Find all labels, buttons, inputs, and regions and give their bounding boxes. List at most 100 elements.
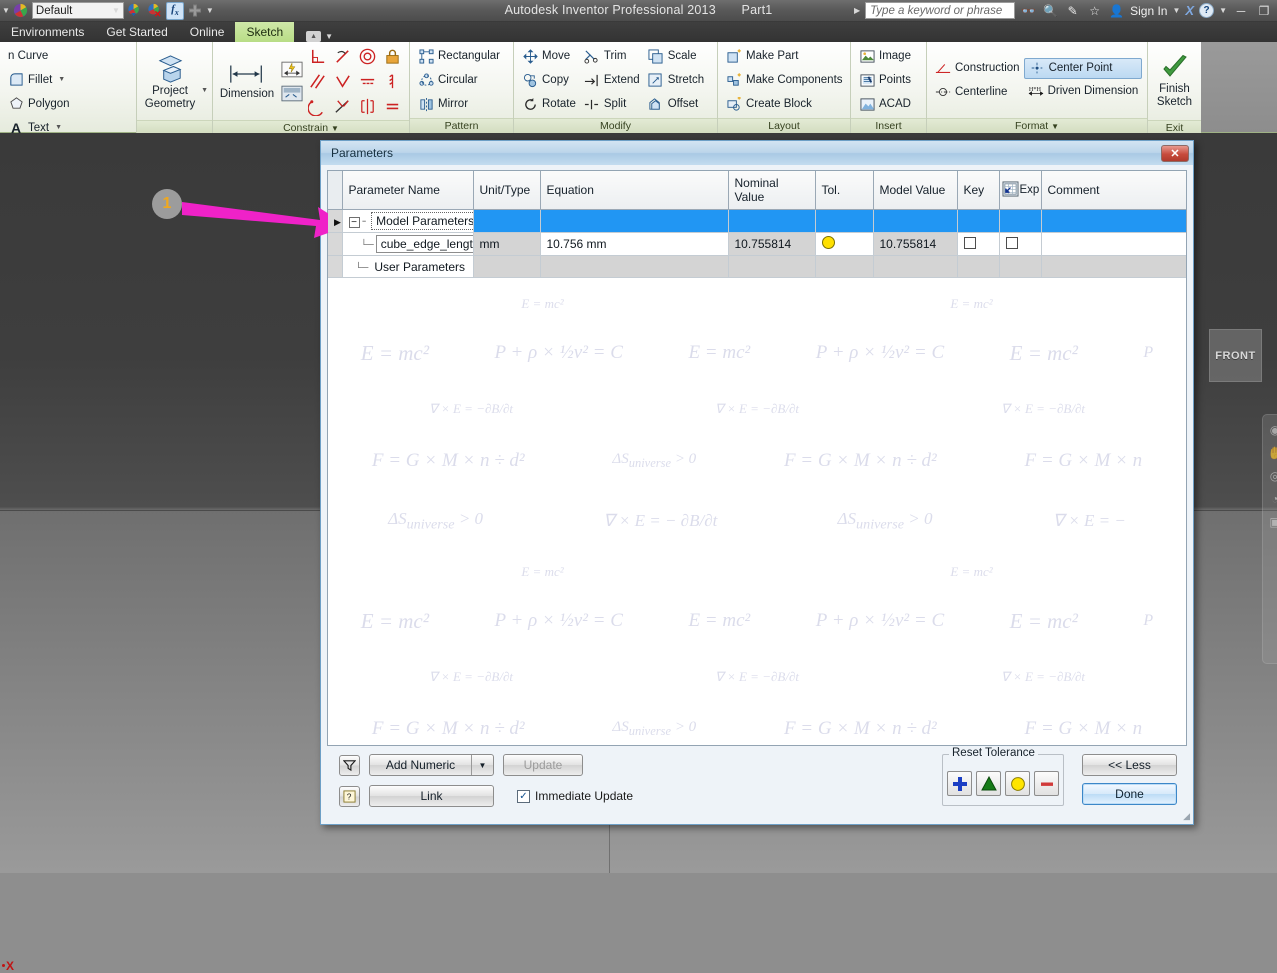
immediate-update-checkbox[interactable]: ✓: [517, 789, 530, 803]
ribbon-item-scale[interactable]: Scale: [644, 45, 708, 68]
ribbon-item-construction[interactable]: Construction: [931, 57, 1024, 80]
feedback-icon[interactable]: ✎: [1064, 4, 1081, 18]
row-selector[interactable]: [328, 232, 343, 256]
cell-tolerance[interactable]: [815, 255, 874, 278]
user-icon[interactable]: 👤: [1108, 4, 1125, 18]
table-row[interactable]: └─ User Parameters: [328, 255, 1186, 278]
cell-unit-type[interactable]: [473, 209, 541, 233]
cell-model-value[interactable]: [873, 209, 958, 233]
column-key[interactable]: Key: [957, 171, 1000, 210]
ribbon-item-make-components[interactable]: Make Components: [722, 69, 847, 92]
search-expand-arrow[interactable]: ▶: [854, 6, 860, 15]
qat-overflow-arrow[interactable]: ▼: [2, 6, 10, 15]
ribbon-item-create-block[interactable]: Create Block: [722, 93, 847, 116]
ribbon-collapse-icon[interactable]: ▲: [306, 31, 322, 42]
cell-key[interactable]: [957, 255, 1000, 278]
cell-parameter-name[interactable]: − ╴ Model Parameters: [342, 209, 474, 233]
ribbon-item-move[interactable]: Move: [518, 45, 580, 68]
finish-sketch-button[interactable]: Finish Sketch: [1152, 44, 1197, 118]
column-tolerance[interactable]: Tol.: [815, 171, 874, 210]
ribbon-item-image[interactable]: Image: [855, 45, 915, 68]
restore-icon[interactable]: ❐: [1255, 4, 1273, 18]
cell-export[interactable]: [999, 255, 1042, 278]
ribbon-item-stretch[interactable]: Stretch: [644, 69, 708, 92]
ribbon-item-centerline[interactable]: Centerline: [931, 81, 1024, 104]
ribbon-item-center-point[interactable]: Center Point: [1023, 57, 1143, 79]
cell-export[interactable]: [999, 232, 1042, 256]
cell-comment[interactable]: [1041, 209, 1186, 233]
tab-online[interactable]: Online: [179, 22, 236, 42]
help-question-icon[interactable]: ?: [339, 785, 360, 807]
column-parameter-name[interactable]: Parameter Name: [342, 171, 474, 210]
vertical-constraint-icon[interactable]: [381, 70, 404, 93]
resize-grip-icon[interactable]: ◢: [1183, 811, 1190, 822]
cell-nominal-value[interactable]: 10.755814: [728, 232, 816, 256]
qat-customize-arrow[interactable]: ▼: [206, 6, 214, 15]
minimize-icon[interactable]: ─: [1232, 4, 1250, 18]
viewcube[interactable]: FRONT: [1209, 329, 1262, 382]
ribbon-item-split[interactable]: Split: [580, 93, 644, 116]
navigation-bar[interactable]: ◉ ✋ ◎ ◔ ▣: [1262, 414, 1277, 664]
group-name-user-parameters[interactable]: User Parameters: [370, 258, 472, 275]
concentric-constraint-icon[interactable]: [356, 45, 379, 68]
cell-nominal-value[interactable]: [728, 209, 816, 233]
parameters-table-container[interactable]: F = G × M × n ÷ d²F = G × M × n ÷ d²F = …: [327, 170, 1187, 746]
ribbon-item-acad[interactable]: ACAD: [855, 93, 915, 116]
plus-tolerance-icon[interactable]: [947, 771, 972, 796]
table-row[interactable]: └─ cube_edge_length mm 10.756 mm 10.75581…: [328, 232, 1186, 256]
group-name-model-parameters[interactable]: Model Parameters: [371, 212, 472, 230]
triangle-tolerance-icon[interactable]: [976, 771, 1001, 796]
sign-in-chevron-icon[interactable]: ▼: [1172, 6, 1180, 15]
tab-environments[interactable]: Environments: [0, 22, 95, 42]
add-numeric-chevron-down-icon[interactable]: ▼: [471, 755, 493, 775]
perpendicular-constraint-icon[interactable]: [306, 45, 329, 68]
horizontal-constraint-icon[interactable]: [356, 70, 379, 93]
column-unit-type[interactable]: Unit/Type: [473, 171, 541, 210]
link-button[interactable]: Link: [369, 785, 494, 807]
ribbon-item-offset[interactable]: Offset: [644, 93, 708, 116]
cell-parameter-name[interactable]: └─ User Parameters: [342, 255, 474, 278]
cell-equation[interactable]: [540, 255, 729, 278]
exchange-x-icon[interactable]: X: [1185, 3, 1194, 18]
tolerance-nominal-circle-icon[interactable]: [821, 236, 835, 249]
ribbon-options-chevron-icon[interactable]: ▼: [325, 32, 333, 41]
ribbon-item-make-part[interactable]: Make Part: [722, 45, 847, 68]
color-wheel-icon[interactable]: [12, 2, 30, 20]
binoculars-icon[interactable]: 👓: [1020, 4, 1037, 18]
cell-key[interactable]: [957, 232, 1000, 256]
minus-tolerance-icon[interactable]: [1034, 771, 1059, 796]
help-chevron-icon[interactable]: ▼: [1219, 6, 1227, 15]
full-navigation-wheel-icon[interactable]: ◉: [1270, 423, 1277, 437]
parameters-table[interactable]: Parameter Name Unit/Type Equation Nomina…: [328, 171, 1186, 278]
column-comment[interactable]: Comment: [1041, 171, 1186, 210]
column-equation[interactable]: Equation: [540, 171, 729, 210]
fillet-chevron-down-icon[interactable]: ▼: [58, 76, 65, 83]
column-export[interactable]: Exp: [999, 171, 1042, 210]
ribbon-item-extend[interactable]: Extend: [580, 69, 644, 92]
zoom-icon[interactable]: ◎: [1270, 469, 1277, 483]
ribbon-item-circular[interactable]: Circular: [414, 69, 504, 92]
orbit-icon[interactable]: ◔: [1271, 492, 1277, 506]
format-chevron-down-icon[interactable]: ▼: [1051, 122, 1059, 131]
column-model-value[interactable]: Model Value: [873, 171, 958, 210]
immediate-update-row[interactable]: ✓ Immediate Update: [517, 789, 633, 803]
parallel-constraint-icon[interactable]: [306, 70, 329, 93]
cell-export[interactable]: [999, 209, 1042, 233]
ribbon-item-fillet[interactable]: Fillet ▼: [4, 68, 74, 91]
cell-tolerance[interactable]: [815, 232, 874, 256]
collapse-expander-icon[interactable]: −: [348, 217, 360, 228]
cell-nominal-value[interactable]: [728, 255, 816, 278]
ribbon-item-driven-dimension[interactable]: H*H Driven Dimension: [1024, 80, 1143, 103]
filter-funnel-icon[interactable]: [339, 754, 360, 776]
auto-dimension-icon[interactable]: [280, 58, 303, 81]
cell-equation[interactable]: 10.756 mm: [540, 232, 729, 256]
appearance-combo[interactable]: Default ▼: [31, 2, 124, 19]
ribbon-item-rotate[interactable]: Rotate: [518, 93, 580, 116]
update-button[interactable]: Update: [503, 754, 583, 776]
tab-get-started[interactable]: Get Started: [95, 22, 178, 42]
fx-parameters-icon[interactable]: fx: [165, 1, 184, 20]
look-at-icon[interactable]: ▣: [1269, 515, 1277, 529]
close-icon[interactable]: ✕: [1161, 144, 1189, 162]
dimension-button[interactable]: Dimension: [217, 44, 277, 118]
favorites-star-icon[interactable]: ☆: [1086, 4, 1103, 18]
